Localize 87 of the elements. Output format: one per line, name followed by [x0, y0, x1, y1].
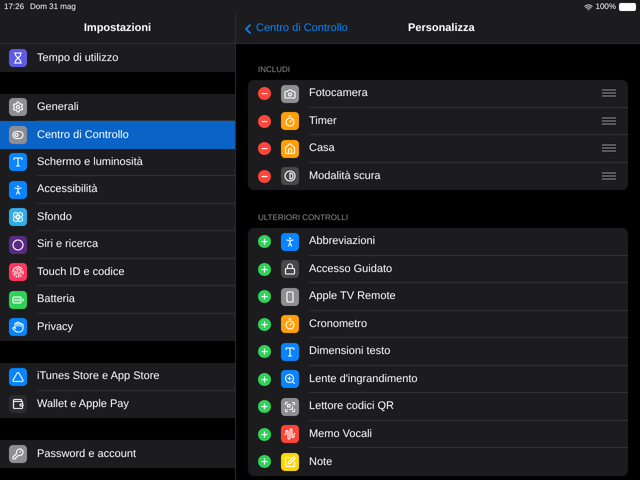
drag-handle-icon[interactable] [602, 116, 616, 125]
remove-button[interactable] [258, 114, 271, 128]
settings-item[interactable]: Batteria [0, 286, 235, 314]
battery-icon [619, 3, 636, 11]
glyph-icon [284, 373, 296, 386]
plus-icon [260, 264, 269, 274]
add-button[interactable] [258, 345, 271, 358]
glyph-icon [12, 156, 24, 168]
settings-item[interactable]: Wallet e Apple Pay [0, 390, 235, 418]
settings-item[interactable]: Tempo di utilizzo [0, 44, 235, 72]
status-date: Dom 31 mag [30, 1, 76, 13]
add-button[interactable] [258, 428, 271, 441]
control-label: Fotocamera [309, 86, 368, 101]
drag-handle-icon[interactable] [602, 172, 616, 180]
glyph-icon [284, 263, 296, 276]
status-time: 17:26 [4, 1, 24, 13]
control-label: Apple TV Remote [309, 289, 396, 304]
battery-percent: 100% [596, 1, 616, 13]
plus-icon [260, 457, 269, 466]
control-label: Dimensioni testo [309, 344, 390, 359]
glyph-icon [284, 346, 296, 358]
add-button[interactable] [258, 290, 271, 304]
add-button[interactable] [258, 262, 271, 276]
control-label: Cronometro [309, 316, 368, 332]
glyph-icon [12, 238, 24, 251]
plus-icon [260, 292, 269, 302]
settings-item[interactable]: Privacy [0, 314, 235, 341]
plus-icon [260, 237, 269, 246]
glyph-icon [12, 101, 24, 114]
glyph-icon [284, 318, 296, 330]
settings-item[interactable]: Password e account [0, 440, 235, 468]
glyph-icon [284, 290, 296, 303]
glyph-icon [12, 448, 24, 460]
add-button[interactable] [258, 318, 271, 331]
section-header: ULTERIORI CONTROLLI [257, 212, 350, 224]
settings-item[interactable]: Sfondo [0, 204, 235, 231]
glyph-icon [12, 321, 24, 334]
wifi-icon [584, 2, 593, 12]
settings-item[interactable]: Siri e ricerca [0, 231, 235, 258]
control-label: Abbreviazioni [309, 234, 376, 249]
glyph-icon [12, 266, 24, 278]
glyph-icon [284, 236, 296, 248]
add-button[interactable] [258, 455, 271, 468]
glyph-icon [12, 184, 24, 196]
drag-handle-icon[interactable] [602, 144, 616, 152]
plus-icon [260, 347, 269, 356]
glyph-icon [284, 115, 296, 128]
section-header: INCLUDI [257, 64, 292, 76]
control-label: Lettore codici QR [309, 399, 394, 414]
add-button[interactable] [258, 235, 271, 248]
control-label: Memo Vocali [309, 426, 372, 442]
page-title: Personalizza [408, 21, 475, 36]
plus-icon [260, 374, 269, 384]
control-label: Timer [309, 114, 337, 128]
settings-item[interactable]: Schermo e luminosità [0, 148, 235, 176]
glyph-icon [284, 170, 296, 182]
add-button[interactable] [258, 372, 271, 386]
glyph-icon [284, 400, 296, 413]
settings-item[interactable]: Accessibilità [0, 176, 235, 204]
remove-button[interactable] [258, 87, 271, 100]
glyph-icon [12, 398, 24, 410]
settings-item[interactable]: Centro di Controllo [0, 121, 235, 148]
control-label: Note [309, 454, 332, 470]
glyph-icon [284, 428, 296, 440]
sidebar-title: Impostazioni [84, 21, 152, 36]
glyph-icon [12, 294, 24, 306]
glyph-icon [284, 456, 296, 468]
glyph-icon [12, 128, 24, 141]
settings-item[interactable]: Touch ID e codice [0, 258, 235, 286]
control-label: Lente d'ingrandimento [309, 372, 418, 386]
drag-handle-icon[interactable] [602, 89, 616, 98]
settings-item[interactable]: iTunes Store e App Store [0, 363, 235, 390]
glyph-icon [284, 142, 296, 155]
add-button[interactable] [258, 400, 271, 414]
control-label: Accesso Guidato [309, 262, 392, 276]
remove-button[interactable] [258, 170, 271, 183]
control-label: Modalità scura [309, 169, 381, 184]
glyph-icon [284, 88, 296, 100]
control-label: Casa [309, 141, 335, 156]
glyph-icon [12, 52, 24, 64]
back-button[interactable]: Centro di Controllo [236, 20, 348, 37]
glyph-icon [12, 211, 24, 224]
remove-button[interactable] [258, 142, 271, 156]
plus-icon [260, 430, 269, 439]
plus-icon [260, 402, 269, 412]
plus-icon [260, 320, 269, 329]
glyph-icon [12, 370, 24, 383]
